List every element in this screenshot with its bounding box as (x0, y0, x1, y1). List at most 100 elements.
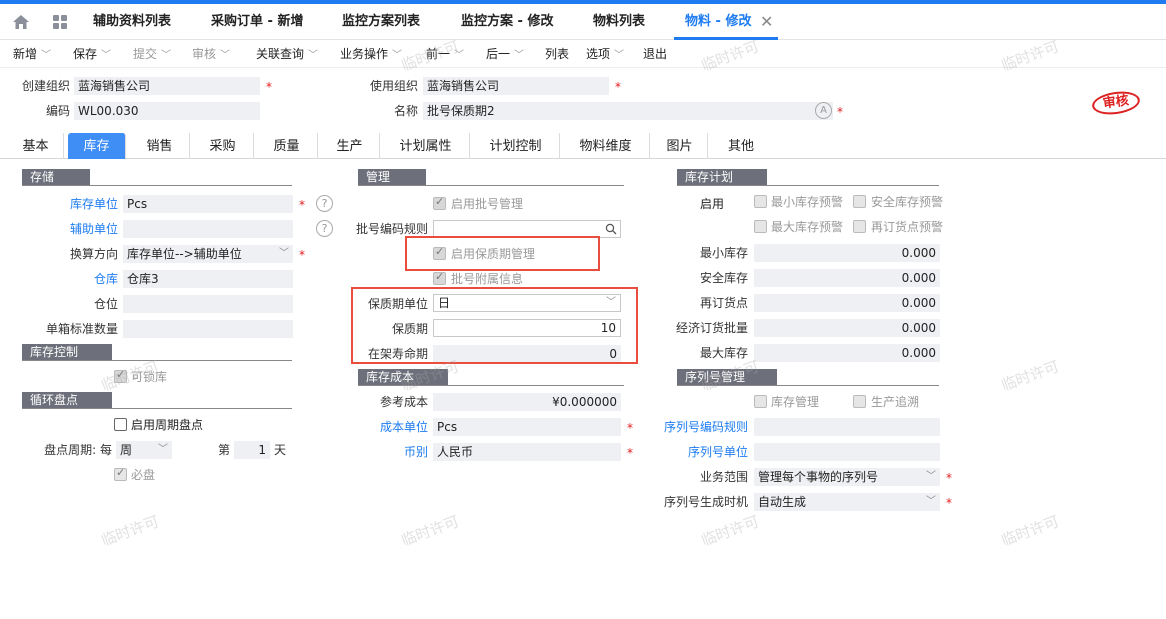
required-mark: * (615, 80, 621, 94)
subtab-images[interactable]: 图片 (652, 133, 708, 159)
reorder-alert-checkbox[interactable] (853, 220, 866, 233)
list-button[interactable]: 列表 (545, 40, 569, 68)
serial-rule-label[interactable]: 序列号编码规则 (640, 418, 748, 436)
warehouse-label[interactable]: 仓库 (30, 270, 118, 288)
aux-unit-field[interactable] (123, 220, 293, 238)
safe-stock-field[interactable]: 0.000 (754, 269, 940, 287)
cycle-count-checkbox[interactable] (114, 418, 127, 431)
batch-extra-checkbox[interactable] (433, 270, 446, 285)
help-icon[interactable]: ? (316, 220, 333, 237)
subtab-plan-attr[interactable]: 计划属性 (382, 133, 470, 159)
subtab-basic[interactable]: 基本 (8, 133, 64, 159)
grid-menu-icon[interactable] (52, 14, 68, 30)
tab-material-list[interactable]: 物料列表 (593, 4, 645, 40)
name-field[interactable]: 批号保质期2 (423, 102, 833, 120)
tab-monitor-list[interactable]: 监控方案列表 (342, 4, 420, 40)
section-stock-control-header: 库存控制 (22, 344, 112, 361)
currency-field[interactable]: 人民币 (433, 443, 621, 461)
location-label: 仓位 (93, 297, 118, 311)
tab-po-new[interactable]: 采购订单 - 新增 (211, 4, 303, 40)
aux-unit-label[interactable]: 辅助单位 (30, 220, 118, 238)
related-query-button[interactable]: 关联查询 ﹀ (256, 40, 318, 68)
chevron-down-icon: ﹀ (158, 444, 168, 455)
serial-gen-select[interactable]: 自动生成 ﹀ (754, 493, 940, 511)
cost-unit-label[interactable]: 成本单位 (340, 418, 428, 436)
serial-trace-checkbox[interactable] (853, 395, 866, 408)
lockable-label: 可锁库 (131, 370, 168, 384)
eoq-field[interactable]: 0.000 (754, 319, 940, 337)
serial-gen-label: 序列号生成时机 (663, 495, 748, 509)
conversion-label: 换算方向 (69, 247, 118, 261)
conversion-select[interactable]: 库存单位-->辅助单位 ﹀ (123, 245, 293, 263)
code-label: 编码 (45, 104, 70, 118)
min-alert-checkbox[interactable] (754, 195, 767, 208)
name-label: 名称 (393, 104, 418, 118)
subtab-sales[interactable]: 销售 (130, 133, 190, 159)
subtab-material-dim[interactable]: 物料维度 (562, 133, 650, 159)
use-org-field[interactable]: 蓝海销售公司 (423, 77, 609, 95)
subtab-purchase[interactable]: 采购 (192, 133, 254, 159)
serial-stock-checkbox[interactable] (754, 395, 767, 408)
nth-label: 第 (217, 443, 230, 457)
min-stock-field[interactable]: 0.000 (754, 244, 940, 262)
tab-monitor-edit[interactable]: 监控方案 - 修改 (461, 4, 553, 40)
tab-aux-list[interactable]: 辅助资料列表 (93, 4, 171, 40)
location-field[interactable] (123, 295, 293, 313)
serial-unit-field[interactable] (754, 443, 940, 461)
highlight-box-shelf-life (405, 236, 600, 271)
box-qty-label: 单箱标准数量 (45, 322, 118, 336)
business-scope-select[interactable]: 管理每个事物的序列号 ﹀ (754, 468, 940, 486)
serial-rule-field[interactable] (754, 418, 940, 436)
tab-material-edit[interactable]: 物料 - 修改 (685, 4, 751, 40)
search-icon[interactable] (605, 223, 617, 235)
submit-button[interactable]: 提交 ﹀ (133, 40, 171, 68)
close-tab-icon[interactable]: ✕ (760, 4, 773, 40)
prev-button[interactable]: 前一 ﹀ (426, 40, 464, 68)
section-cost-header: 库存成本 (358, 369, 448, 386)
max-stock-field[interactable]: 0.000 (754, 344, 940, 362)
home-icon[interactable] (12, 14, 30, 30)
audit-stamp: 审核 (1090, 88, 1142, 118)
box-qty-field[interactable] (123, 320, 293, 338)
subtab-inventory[interactable]: 库存 (68, 133, 126, 159)
create-org-field[interactable]: 蓝海销售公司 (74, 77, 260, 95)
help-icon[interactable]: ? (316, 195, 333, 212)
subtab-other[interactable]: 其他 (710, 133, 772, 159)
reorder-point-field[interactable]: 0.000 (754, 294, 940, 312)
serial-unit-label[interactable]: 序列号单位 (640, 443, 748, 461)
business-ops-button[interactable]: 业务操作 ﹀ (340, 40, 402, 68)
highlight-box-shelf-fields (351, 287, 638, 364)
required-mark: * (946, 471, 952, 485)
currency-label[interactable]: 币别 (340, 443, 428, 461)
exit-button[interactable]: 退出 (643, 40, 667, 68)
options-button[interactable]: 选项 ﹀ (586, 40, 624, 68)
chevron-down-icon: ﹀ (926, 471, 936, 482)
section-cycle-count-header: 循环盘点 (22, 392, 112, 409)
warehouse-field[interactable]: 仓库3 (123, 270, 293, 288)
max-alert-checkbox[interactable] (754, 220, 767, 233)
ref-cost-label: 参考成本 (379, 395, 428, 409)
cost-unit-field[interactable]: Pcs (433, 418, 621, 436)
multilang-icon[interactable]: A (815, 102, 832, 119)
min-alert-label: 最小库存预警 (771, 195, 844, 209)
stock-unit-label[interactable]: 库存单位 (30, 195, 118, 213)
batch-extra-label: 批号附属信息 (451, 272, 524, 286)
ref-cost-field[interactable]: ¥0.000000 (433, 393, 621, 411)
lockable-checkbox[interactable] (114, 368, 127, 383)
new-button[interactable]: 新增 ﹀ (13, 40, 51, 68)
audit-button[interactable]: 审核 ﹀ (192, 40, 230, 68)
subtab-production[interactable]: 生产 (320, 133, 380, 159)
batch-checkbox[interactable] (433, 195, 446, 210)
safe-alert-checkbox[interactable] (853, 195, 866, 208)
save-button[interactable]: 保存 ﹀ (73, 40, 111, 68)
code-field[interactable]: WL00.030 (74, 102, 260, 120)
must-count-checkbox[interactable] (114, 466, 127, 481)
nth-field[interactable]: 1 (234, 441, 270, 459)
subtab-plan-control[interactable]: 计划控制 (472, 133, 560, 159)
count-period-select[interactable]: 周 ﹀ (116, 441, 172, 459)
next-button[interactable]: 后一 ﹀ (486, 40, 524, 68)
subtab-quality[interactable]: 质量 (256, 133, 318, 159)
sub-tab-bar: 基本 库存 销售 采购 质量 生产 计划属性 计划控制 物料维度 图片 其他 (0, 133, 1166, 159)
watermark: 临时许可 (998, 512, 1062, 550)
stock-unit-field[interactable]: Pcs (123, 195, 293, 213)
